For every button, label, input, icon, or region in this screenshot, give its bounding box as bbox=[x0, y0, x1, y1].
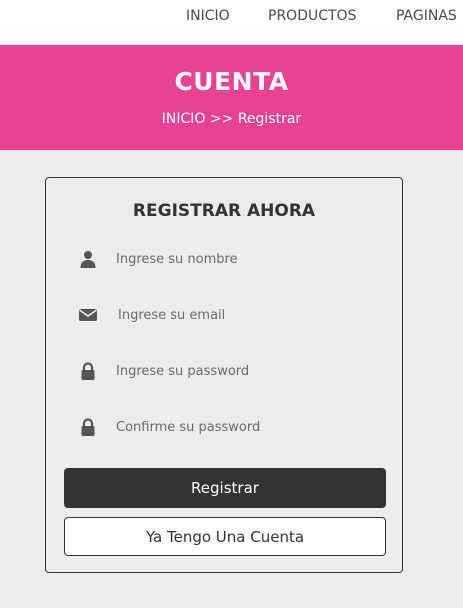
lock-icon bbox=[81, 362, 95, 380]
name-input[interactable] bbox=[116, 246, 366, 272]
name-field-row bbox=[78, 246, 378, 272]
email-input[interactable] bbox=[118, 302, 368, 328]
confirm-password-field-row bbox=[78, 414, 378, 440]
nav-link-paginas[interactable]: PAGINAS bbox=[396, 8, 457, 24]
breadcrumb: INICIO >> Registrar bbox=[161, 111, 302, 127]
email-field-row bbox=[78, 302, 378, 328]
have-account-button[interactable]: Ya Tengo Una Cuenta bbox=[64, 517, 386, 556]
envelope-icon bbox=[79, 309, 97, 321]
password-input[interactable] bbox=[116, 358, 366, 384]
nav-link-productos[interactable]: PRODUCTOS bbox=[268, 8, 356, 24]
nav-link-inicio[interactable]: INICIO bbox=[186, 8, 230, 24]
user-icon bbox=[80, 251, 96, 268]
top-navigation: INICIO PRODUCTOS PAGINAS bbox=[0, 0, 463, 45]
confirm-password-input[interactable] bbox=[116, 414, 366, 440]
register-form-card: REGISTRAR AHORA Registrar Ya Tengo Una C… bbox=[45, 177, 403, 573]
lock-icon bbox=[81, 418, 95, 436]
register-button[interactable]: Registrar bbox=[64, 468, 386, 508]
password-field-row bbox=[78, 358, 378, 384]
form-title: REGISTRAR AHORA bbox=[132, 201, 316, 221]
page-banner: CUENTA INICIO >> Registrar bbox=[0, 45, 463, 150]
page-title: CUENTA bbox=[174, 67, 289, 96]
